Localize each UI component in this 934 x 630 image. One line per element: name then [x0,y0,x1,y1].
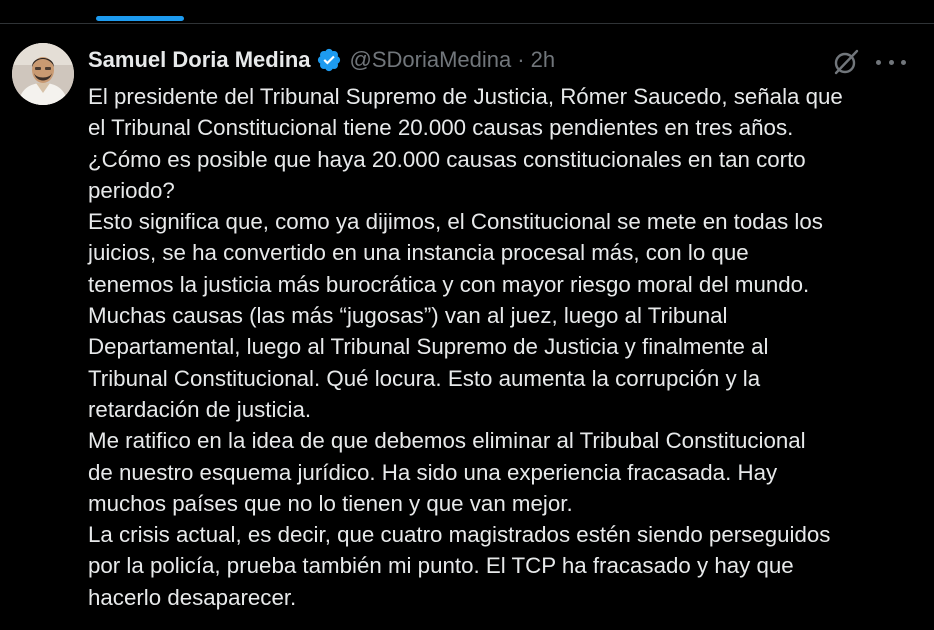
more-dot-icon [876,59,881,65]
author-display-name[interactable]: Samuel Doria Medina [88,47,311,73]
tweet-text-line: El presidente del Tribunal Supremo de Ju… [88,84,843,109]
tweet-text-line: La crisis actual, es decir, que cuatro m… [88,522,831,548]
top-tab-bar [0,0,934,24]
more-dot-icon [888,59,894,65]
tweet-text-line: juicios, se ha convertido en una instanc… [88,240,749,266]
avatar-photo-icon [12,43,74,105]
tweet-text-line: retardación de justicia. [88,396,312,422]
separator-dot: · [517,47,525,72]
tweet-text-line: periodo? [88,177,175,203]
tweet[interactable]: Samuel Doria Medina @SDoriaMedina · 2h E… [0,24,934,630]
verified-badge-icon[interactable] [316,47,342,73]
tweet-text-line: tenemos la justicia más burocrática y co… [88,271,810,297]
tweet-timestamp[interactable]: 2h [531,47,555,73]
tweet-text-line: muchos países que no lo tienen y que van… [88,490,573,516]
avatar[interactable] [12,43,74,105]
tweet-text-line: el Tribunal Constitucional tiene 20.000 … [88,115,794,141]
tweet-text: El presidente del Tribunal Supremo de Ju… [88,81,918,613]
more-options-icon[interactable] [876,50,906,74]
tweet-text-line: Departamental, luego al Tribunal Supremo… [88,334,769,360]
tweet-header: Samuel Doria Medina @SDoriaMedina · 2h [88,44,555,76]
tweet-text-line: ¿Cómo es posible que haya 20.000 causas … [88,146,806,172]
tweet-text-line: Esto significa que, como ya dijimos, el … [88,209,823,235]
tweet-text-line: Muchas causas (las más “jugosas”) van al… [88,303,728,329]
tweet-text-line: Tribunal Constitucional. Qué locura. Est… [88,365,761,391]
tweet-text-line: hacerlo desaparecer. [88,584,297,610]
grok-icon[interactable] [832,48,860,76]
tweet-text-line: de nuestro esquema jurídico. Ha sido una… [88,459,778,485]
active-tab-indicator [96,16,184,21]
tweet-text-line: Me ratifico en la idea de que debemos el… [88,428,806,454]
author-handle[interactable]: @SDoriaMedina [350,47,512,73]
more-dot-icon [901,59,906,65]
tweet-text-line: por la policía, prueba también mi punto.… [88,553,794,579]
